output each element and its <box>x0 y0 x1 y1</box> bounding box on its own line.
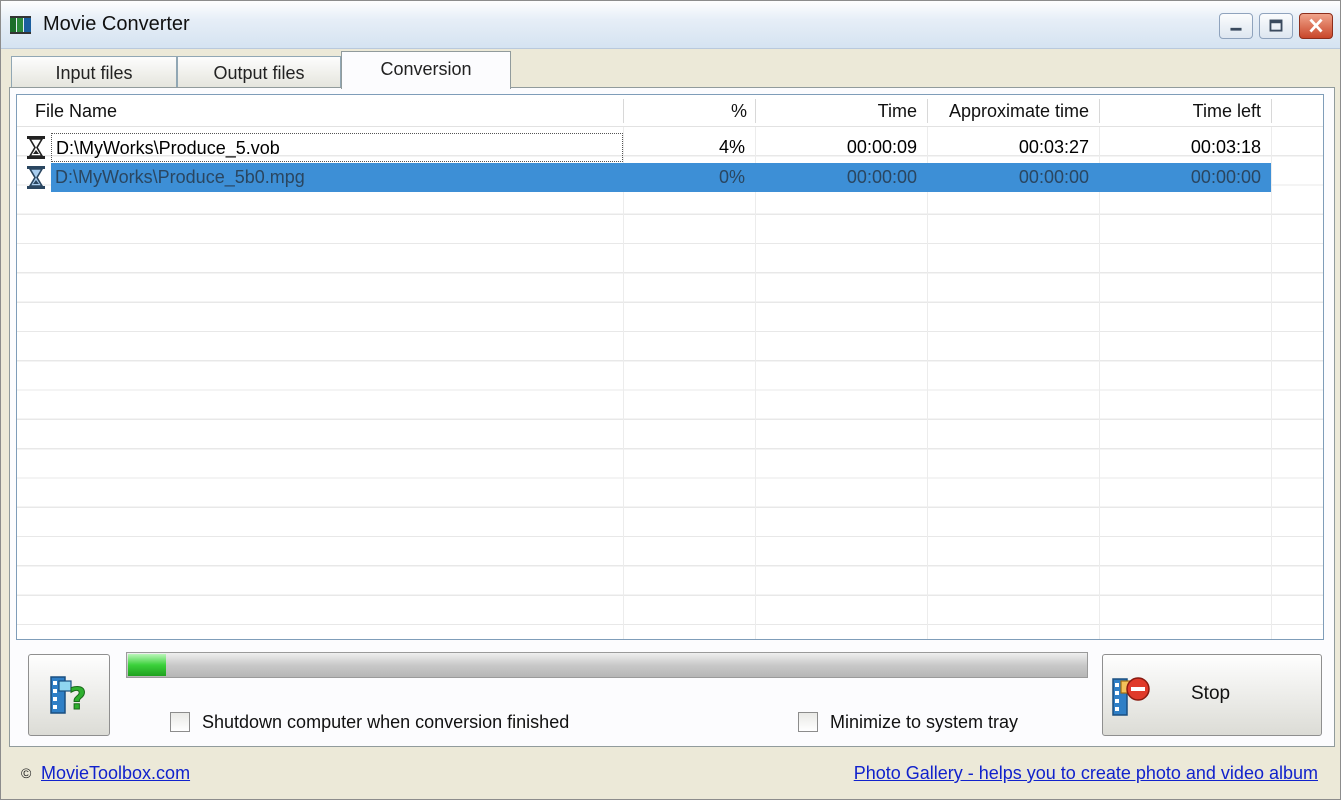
checkbox-box[interactable] <box>170 712 190 732</box>
window-title: Movie Converter <box>43 13 190 35</box>
table-row[interactable]: D:\MyWorks\Produce_5.vob 4% 00:00:09 00:… <box>17 133 1277 162</box>
hourglass-icon <box>27 136 45 159</box>
hourglass-icon <box>27 166 45 189</box>
checkbox-box[interactable] <box>798 712 818 732</box>
time-cell: 00:00:09 <box>846 137 917 157</box>
copyright-icon: © <box>21 765 32 781</box>
conversion-list[interactable]: File Name % Time Approximate time Time l… <box>16 94 1324 640</box>
svg-text:?: ? <box>69 682 86 717</box>
film-app-icon <box>10 16 31 34</box>
title-bar[interactable]: Movie Converter <box>1 1 1340 49</box>
progress-fill <box>128 654 166 676</box>
header-divider[interactable] <box>1271 99 1272 123</box>
footer-bar: © MovieToolbox.com Photo Gallery - helps… <box>1 749 1340 800</box>
file-name-cell: D:\MyWorks\Produce_5.vob <box>51 133 623 162</box>
tab-output-files[interactable]: Output files <box>177 56 341 88</box>
time-left-cell: 00:03:18 <box>1190 137 1261 157</box>
column-header-time[interactable]: Time <box>878 95 917 127</box>
stop-button[interactable]: Stop <box>1102 654 1322 736</box>
shutdown-checkbox[interactable]: Shutdown computer when conversion finish… <box>170 710 569 734</box>
help-button[interactable]: ? <box>28 654 110 736</box>
tab-input-files[interactable]: Input files <box>11 56 177 88</box>
header-divider[interactable] <box>1099 99 1100 123</box>
movietoolbox-link[interactable]: MovieToolbox.com <box>41 763 190 784</box>
list-grid <box>17 127 1323 639</box>
close-button[interactable] <box>1299 13 1333 39</box>
column-header-percent[interactable]: % <box>731 95 747 127</box>
approximate-time-cell: 00:03:27 <box>1018 137 1089 157</box>
time-left-cell: 00:00:00 <box>1099 163 1271 192</box>
minimize-to-tray-checkbox[interactable]: Minimize to system tray <box>798 710 1018 734</box>
percent-cell: 4% <box>718 137 745 157</box>
tab-conversion[interactable]: Conversion <box>341 51 511 89</box>
header-divider[interactable] <box>927 99 928 123</box>
app-window: Movie Converter Input files Output files… <box>0 0 1341 800</box>
approximate-time-cell: 00:00:00 <box>927 163 1099 192</box>
minimize-icon <box>1230 27 1242 31</box>
column-header-time-left[interactable]: Time left <box>1193 95 1261 127</box>
time-cell: 00:00:00 <box>755 163 927 192</box>
close-icon <box>1309 18 1323 33</box>
column-header-file-name[interactable]: File Name <box>35 95 117 127</box>
column-header-approximate-time[interactable]: Approximate time <box>949 95 1089 127</box>
stop-film-icon <box>1112 677 1150 716</box>
minimize-button[interactable] <box>1219 13 1253 39</box>
photo-gallery-link[interactable]: Photo Gallery - helps you to create phot… <box>854 763 1318 784</box>
shutdown-label: Shutdown computer when conversion finish… <box>202 712 570 732</box>
table-row[interactable]: D:\MyWorks\Produce_5b0.mpg 0% 00:00:00 0… <box>17 163 1277 192</box>
help-film-icon: ? <box>50 676 87 717</box>
percent-cell: 0% <box>623 163 755 192</box>
maximize-button[interactable] <box>1259 13 1293 39</box>
maximize-icon <box>1269 19 1283 32</box>
conversion-progress-bar <box>126 652 1088 678</box>
file-name-cell: D:\MyWorks\Produce_5b0.mpg <box>51 163 623 192</box>
stop-button-label: Stop <box>1191 683 1231 704</box>
list-header: File Name % Time Approximate time Time l… <box>17 95 1323 127</box>
conversion-panel: File Name % Time Approximate time Time l… <box>9 87 1335 747</box>
header-divider[interactable] <box>623 99 624 123</box>
tray-label: Minimize to system tray <box>830 712 1019 732</box>
header-divider[interactable] <box>755 99 756 123</box>
